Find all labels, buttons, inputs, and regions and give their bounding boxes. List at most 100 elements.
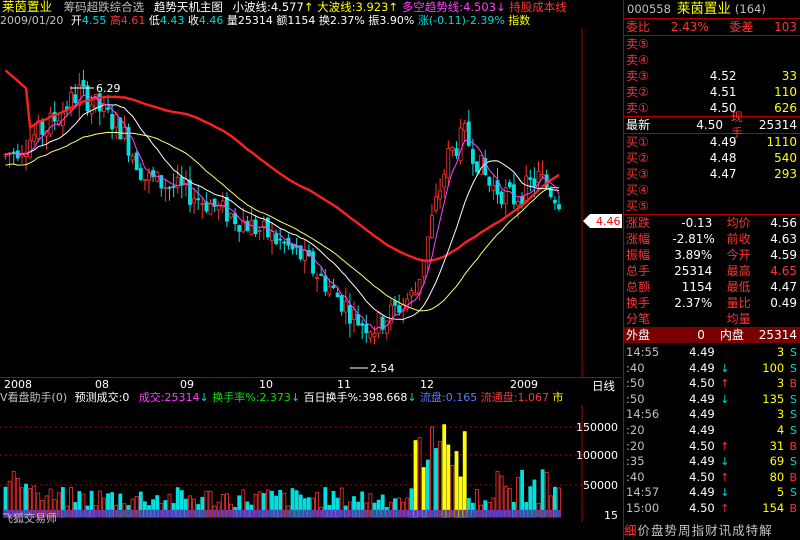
volume-bar xyxy=(417,437,422,518)
sell-1[interactable]: 卖① 4.50 626 xyxy=(624,100,800,116)
hundred-value: 398.668 xyxy=(361,391,408,404)
buy-1-qty: 1110 xyxy=(766,135,797,149)
vol-panel-title[interactable]: V看盘助手(0) xyxy=(0,391,67,404)
volume-base-bar xyxy=(196,509,200,517)
candle-body xyxy=(454,148,459,156)
volume-base-bar xyxy=(61,509,65,517)
volume-base-bar xyxy=(315,509,319,517)
volume-base-bar xyxy=(291,509,294,517)
sell-1-price: 4.50 xyxy=(709,101,737,115)
footer-tab[interactable]: 细 xyxy=(624,523,638,538)
volume-label: 量 xyxy=(226,14,238,27)
tick-list[interactable]: 14:55 4.49 3 S:40 4.49 ↓ 100 S:50 4.50 ↑ 3 B:50 4.49… xyxy=(624,343,800,517)
buy-1-label: 买① xyxy=(626,135,649,149)
buy-2[interactable]: 买② 4.48 540 xyxy=(624,150,800,166)
buy-3[interactable]: 买③ 4.47 293 xyxy=(624,166,800,182)
main-chart-name[interactable]: 趋势天机主图 xyxy=(154,0,223,14)
candle-body xyxy=(557,204,561,210)
tick-qty: 100 xyxy=(762,360,785,375)
footer-tab[interactable]: 财 xyxy=(705,523,719,538)
volume-bar-chart[interactable]: 150000 100000 50000 15 xyxy=(0,405,622,522)
candle-body xyxy=(28,139,33,158)
volume-base-bar xyxy=(90,509,94,517)
indicator-menu[interactable]: 筹码超跌综合选 xyxy=(64,0,145,14)
high-value: 4.61 xyxy=(120,14,146,27)
tick-arrow-icon: ↑ xyxy=(720,377,730,391)
candle-body xyxy=(491,184,496,191)
tick-qty: 3 xyxy=(776,345,785,359)
sell-2[interactable]: 卖② 4.51 110 xyxy=(624,84,800,100)
volume-base-bar xyxy=(168,509,171,517)
x-label-10: 10 xyxy=(259,378,273,391)
tick-time: 15:00 xyxy=(626,500,660,515)
volume-base-bar xyxy=(508,509,512,517)
turn-value: 2.373 xyxy=(259,391,291,404)
big-wave-arrow: ↑ xyxy=(388,0,399,14)
candle-body xyxy=(409,290,414,297)
vol-y-50000: 50000 xyxy=(583,479,618,492)
info-date: 2009/01/20 xyxy=(0,14,64,27)
volume-base-bar xyxy=(151,509,155,517)
candle-body xyxy=(458,127,463,162)
big-wave-line xyxy=(5,131,560,312)
bottom-tab-bar: 细价盘势周指财讯成特解 xyxy=(624,522,800,540)
volume-base-bar xyxy=(528,509,532,517)
pred-value: 0 xyxy=(122,391,130,404)
x-label-2008: 2008 xyxy=(4,378,32,391)
volume-base-bar xyxy=(69,509,73,517)
chart-area[interactable]: 莱茵置业 筹码超跌综合选 趋势天机主图 小波线:4.577↑ 大波线:3.923… xyxy=(0,0,622,540)
volume-base-bar xyxy=(237,509,241,517)
stat-value: -0.13 xyxy=(681,216,713,230)
volume-base-bar xyxy=(250,509,253,517)
volume-base-bar xyxy=(266,509,270,517)
volume-base-bar xyxy=(393,509,397,517)
volume-bar xyxy=(462,431,467,518)
buy-3-price: 4.47 xyxy=(709,167,737,181)
tick-arrow-icon: ↑ xyxy=(720,470,730,484)
price-candlestick-chart[interactable]: 6.29 2.54 4.46 xyxy=(0,28,622,378)
sell-book: 卖⑤ 卖④ 卖③ 4.52 33 卖② 4.51 110 卖① 4.50 626 xyxy=(624,36,800,116)
footer-tab[interactable]: 势 xyxy=(665,523,679,538)
candle-body xyxy=(192,198,197,204)
sell-3[interactable]: 卖③ 4.52 33 xyxy=(624,68,800,84)
weibi-label: 委比 xyxy=(626,20,651,34)
footer-tab[interactable]: 指 xyxy=(692,523,706,538)
candle-body xyxy=(532,178,537,187)
stat-label-2: 均量 xyxy=(726,312,751,326)
volume-base-bar xyxy=(332,509,335,517)
buy-1[interactable]: 买① 4.49 1110 xyxy=(624,134,800,150)
candle-body xyxy=(384,320,389,334)
hundred-label: 百日换手%: xyxy=(303,391,362,404)
candle-body xyxy=(167,186,172,189)
volume-base-bar xyxy=(184,509,188,517)
buy-4[interactable]: 买④ xyxy=(624,182,800,198)
stats-block: 涨跌 -0.13 均价 4.56 涨幅 -2.81% 前收 4.63 振幅 3.89% 今开 4.… xyxy=(624,214,800,327)
volume-base-bar xyxy=(438,509,442,517)
footer-tab[interactable]: 讯 xyxy=(719,523,733,538)
sell-4[interactable]: 卖④ xyxy=(624,52,800,68)
candle-body xyxy=(323,275,328,292)
sell-5[interactable]: 卖⑤ xyxy=(624,36,800,52)
footer-tab[interactable]: 盘 xyxy=(651,523,665,538)
stat-value-2: 4.65 xyxy=(770,264,797,278)
footer-tab[interactable]: 解 xyxy=(759,523,773,538)
volume-base-bar xyxy=(143,509,147,517)
footer-tab[interactable]: 价 xyxy=(638,523,652,538)
buy-5[interactable]: 买⑤ xyxy=(624,198,800,214)
stat-label-2: 前收 xyxy=(726,232,751,246)
volume-base-bar xyxy=(147,509,151,517)
volume-base-bar xyxy=(213,509,217,517)
candle-body xyxy=(528,177,533,180)
volume-base-bar xyxy=(282,509,286,517)
volume-base-bar xyxy=(262,509,266,517)
footer-tab[interactable]: 周 xyxy=(678,523,692,538)
big-wave-value: 3.923 xyxy=(355,0,389,14)
buy-3-label: 买③ xyxy=(626,167,649,181)
stat-value-2: 4.59 xyxy=(770,248,797,262)
hundred-arrow: ↓ xyxy=(407,391,417,404)
volume-base-bar xyxy=(409,509,413,517)
weibi-value: 2.43% xyxy=(670,20,709,34)
footer-tab[interactable]: 成 xyxy=(732,523,746,538)
footer-tab[interactable]: 特 xyxy=(746,523,760,538)
volume-base-bar xyxy=(139,509,143,517)
